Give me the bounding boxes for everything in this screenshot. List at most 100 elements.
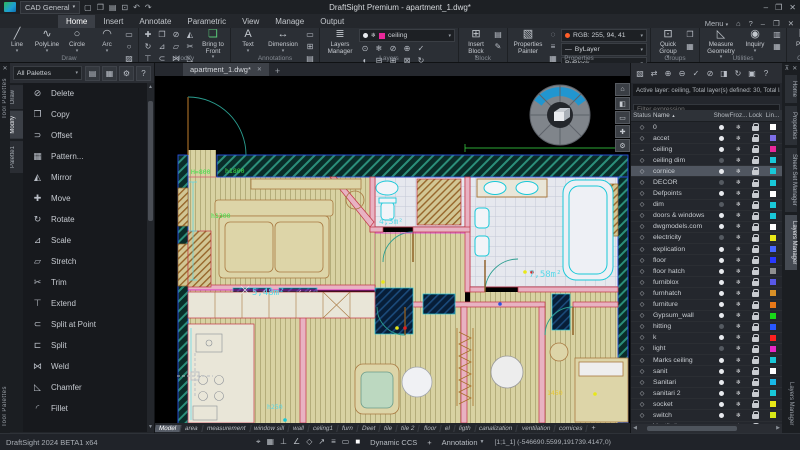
layer-name[interactable]: furnhatch <box>653 290 713 297</box>
modify-tool-icon[interactable]: ❐ <box>156 29 168 40</box>
layer-name[interactable]: Gypsum_wall <box>653 312 713 319</box>
layer-freeze-icon[interactable] <box>736 179 741 186</box>
layer-row[interactable]: Sanitari <box>631 377 782 388</box>
dynamic-ccs-button[interactable]: Dynamic CCS <box>370 438 417 447</box>
layer-show-icon[interactable] <box>719 136 724 141</box>
layer-lock-icon[interactable] <box>752 326 759 331</box>
layer-color-swatch[interactable] <box>770 346 776 352</box>
layer-lock-icon[interactable] <box>752 159 759 164</box>
column-frozen[interactable]: Froz... <box>730 112 747 119</box>
sheet-tab[interactable]: window sill <box>250 425 291 432</box>
palette-tool[interactable]: ⊃ Offset <box>23 125 147 146</box>
layer-row[interactable]: furnhatch <box>631 288 782 299</box>
layer-name[interactable]: electricity <box>653 234 713 241</box>
layer-freeze-icon[interactable] <box>736 135 741 142</box>
drawing-canvas[interactable]: apartment_1.dwg* ✕ + <box>155 63 630 423</box>
layer-name[interactable]: furniture <box>653 301 713 308</box>
layer-name[interactable]: furniblox <box>653 279 713 286</box>
properties-tool-icon[interactable]: ◌ <box>547 29 559 40</box>
layer-name[interactable]: light <box>653 345 713 352</box>
layer-freeze-icon[interactable] <box>736 212 741 219</box>
minimize-button[interactable]: – <box>764 3 768 12</box>
layer-row[interactable]: furniblox <box>631 277 782 288</box>
layer-name[interactable]: ceiling dim <box>653 157 713 164</box>
layer-name[interactable]: Defpoints <box>653 190 713 197</box>
layer-lock-icon[interactable] <box>752 137 759 142</box>
layer-show-icon[interactable] <box>719 313 724 318</box>
layers-hscrollbar[interactable]: ◀ ▶ <box>631 424 782 433</box>
modify-tool-icon[interactable]: ▱ <box>170 41 182 52</box>
layers-toolbar-icon[interactable]: ✓ <box>690 67 702 79</box>
layer-row[interactable]: accet <box>631 133 782 144</box>
layers-toolbar-icon[interactable]: ↻ <box>732 67 744 79</box>
layer-freeze-icon[interactable] <box>736 323 741 330</box>
layer-lock-icon[interactable] <box>752 292 759 297</box>
document-tab[interactable]: apartment_1.dwg* ✕ <box>183 63 269 76</box>
sheet-tab[interactable]: floor <box>419 425 442 432</box>
layer-show-icon[interactable] <box>719 213 724 218</box>
layer-show-icon[interactable] <box>719 147 724 152</box>
draw-tool-icon[interactable]: ○ <box>123 41 135 52</box>
layer-color-swatch[interactable] <box>770 379 776 385</box>
layers-toolbar-icon[interactable]: ▧ <box>634 67 646 79</box>
view-tool-button[interactable]: ◧ <box>615 97 630 110</box>
line-button[interactable]: ╱ Line▾ <box>3 29 31 54</box>
layer-freeze-icon[interactable] <box>736 357 741 364</box>
layer-lock-icon[interactable] <box>752 370 759 375</box>
ribbon-tab[interactable]: View <box>234 15 267 28</box>
layer-row[interactable]: floor <box>631 255 782 266</box>
utilities-tool-icon[interactable]: ▥ <box>771 29 783 40</box>
layer-name[interactable]: switch <box>653 412 713 419</box>
layers-manager-footer-label[interactable]: Layers Manager <box>788 382 794 425</box>
layer-row[interactable]: doors & windows <box>631 211 782 222</box>
layer-show-icon[interactable] <box>719 413 724 418</box>
modify-tool-icon[interactable]: ⊘ <box>170 29 182 40</box>
layer-name[interactable]: floor hatch <box>653 268 713 275</box>
layer-row[interactable]: furniture <box>631 300 782 311</box>
layer-freeze-icon[interactable] <box>736 379 741 386</box>
block-tool-icon[interactable]: ▤ <box>492 29 504 40</box>
layer-tool-icon[interactable]: ❄ <box>373 43 385 54</box>
layer-freeze-icon[interactable] <box>736 290 741 297</box>
utilities-tool-icon[interactable]: ▦ <box>771 41 783 52</box>
layer-show-icon[interactable] <box>719 125 724 130</box>
pointer-snap-icon[interactable]: ⌖ <box>256 437 261 447</box>
layer-show-icon[interactable] <box>719 380 724 385</box>
layer-name[interactable]: socket <box>653 401 713 408</box>
layer-row[interactable]: switch <box>631 410 782 421</box>
layer-row[interactable]: dwgmodels.com <box>631 222 782 233</box>
ribbon-tab[interactable]: Parametric <box>179 15 234 28</box>
palette-tab[interactable]: Draw <box>10 85 23 109</box>
annotation-scale-dropdown[interactable]: Annotation▼ <box>442 438 485 447</box>
sheet-tab[interactable]: wall <box>289 425 310 432</box>
layer-color-swatch[interactable] <box>770 257 776 263</box>
layer-tool-icon[interactable]: ⊙ <box>359 43 371 54</box>
modify-tool-icon[interactable]: ⊿ <box>156 41 168 52</box>
layer-lock-icon[interactable] <box>752 215 759 220</box>
layer-row[interactable]: 0 <box>631 122 782 133</box>
view-tool-button[interactable]: ⚙ <box>615 139 630 152</box>
layer-freeze-icon[interactable] <box>736 401 741 408</box>
layer-freeze-icon[interactable] <box>736 301 741 308</box>
layer-show-icon[interactable] <box>719 235 724 240</box>
palette-header-icon[interactable]: ? <box>136 66 151 81</box>
layer-color-swatch[interactable] <box>770 368 776 374</box>
layer-show-icon[interactable] <box>719 269 724 274</box>
layer-freeze-icon[interactable] <box>736 268 741 275</box>
layers-toolbar-icon[interactable]: ⇄ <box>648 67 660 79</box>
layer-color-swatch[interactable] <box>770 324 776 330</box>
modify-tool-icon[interactable]: ↻ <box>142 41 154 52</box>
dock-tab[interactable]: Layers Manager <box>785 215 797 270</box>
layer-name[interactable]: sanit <box>653 368 713 375</box>
layer-show-icon[interactable] <box>719 324 724 329</box>
view-tool-button[interactable]: ⌂ <box>615 83 630 96</box>
layer-name[interactable]: Marks ceiling <box>653 357 713 364</box>
palette-tool[interactable]: ⊂ Split at Point <box>23 314 147 335</box>
ribbon-tab[interactable]: Insert <box>95 15 131 28</box>
layer-lock-icon[interactable] <box>752 337 759 342</box>
layer-row[interactable]: Marks ceiling <box>631 355 782 366</box>
layer-row[interactable]: cornice <box>631 166 782 177</box>
palette-header-icon[interactable]: ▤ <box>85 66 100 81</box>
layer-freeze-icon[interactable] <box>736 124 741 131</box>
circle-button[interactable]: ○ Circle▾ <box>63 29 91 54</box>
